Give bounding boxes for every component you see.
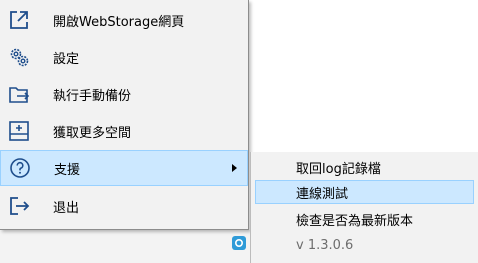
submenu-item-retrieve-log[interactable]: 取回log記錄檔 — [251, 155, 478, 179]
menu-item-settings[interactable]: 設定 — [0, 39, 248, 75]
menu-item-label: 開啟WebStorage網頁 — [53, 14, 185, 30]
version-text: v 1.3.0.6 — [296, 237, 354, 253]
menu-item-manual-backup[interactable]: 執行手動備份 — [0, 76, 248, 112]
menu-item-support[interactable]: 支援 — [0, 150, 248, 186]
support-submenu: 取回log記錄檔 連線測試 檢查是否為最新版本 v 1.3.0.6 — [250, 152, 478, 263]
submenu-item-label: 取回log記錄檔 — [296, 161, 381, 177]
storage-add-icon — [6, 118, 32, 144]
exit-icon — [6, 193, 32, 219]
gear-icon — [6, 44, 32, 70]
context-menu: 開啟WebStorage網頁 設定 執行手動備份 獲取更多空間 支援 退出 — [0, 0, 249, 230]
submenu-item-label: 檢查是否為最新版本 — [296, 213, 414, 229]
menu-item-label: 退出 — [53, 200, 80, 216]
menu-item-label: 支援 — [54, 162, 81, 178]
menu-item-get-more-space[interactable]: 獲取更多空間 — [0, 113, 248, 149]
menu-item-exit[interactable]: 退出 — [0, 188, 248, 224]
folder-export-icon — [6, 81, 32, 107]
menu-item-label: 設定 — [53, 51, 80, 67]
version-label: v 1.3.0.6 — [251, 233, 478, 257]
menu-item-label: 獲取更多空間 — [53, 125, 132, 141]
menu-item-open-webstorage[interactable]: 開啟WebStorage網頁 — [0, 2, 248, 38]
submenu-arrow-icon — [232, 164, 237, 172]
submenu-item-label: 連線測試 — [296, 186, 349, 202]
submenu-item-check-update[interactable]: 檢查是否為最新版本 — [251, 207, 478, 231]
menu-item-label: 執行手動備份 — [53, 88, 132, 104]
submenu-item-connection-test[interactable]: 連線測試 — [255, 180, 474, 204]
webstorage-tray-icon[interactable] — [232, 236, 246, 250]
open-external-icon — [6, 7, 32, 33]
help-circle-icon — [7, 155, 33, 181]
